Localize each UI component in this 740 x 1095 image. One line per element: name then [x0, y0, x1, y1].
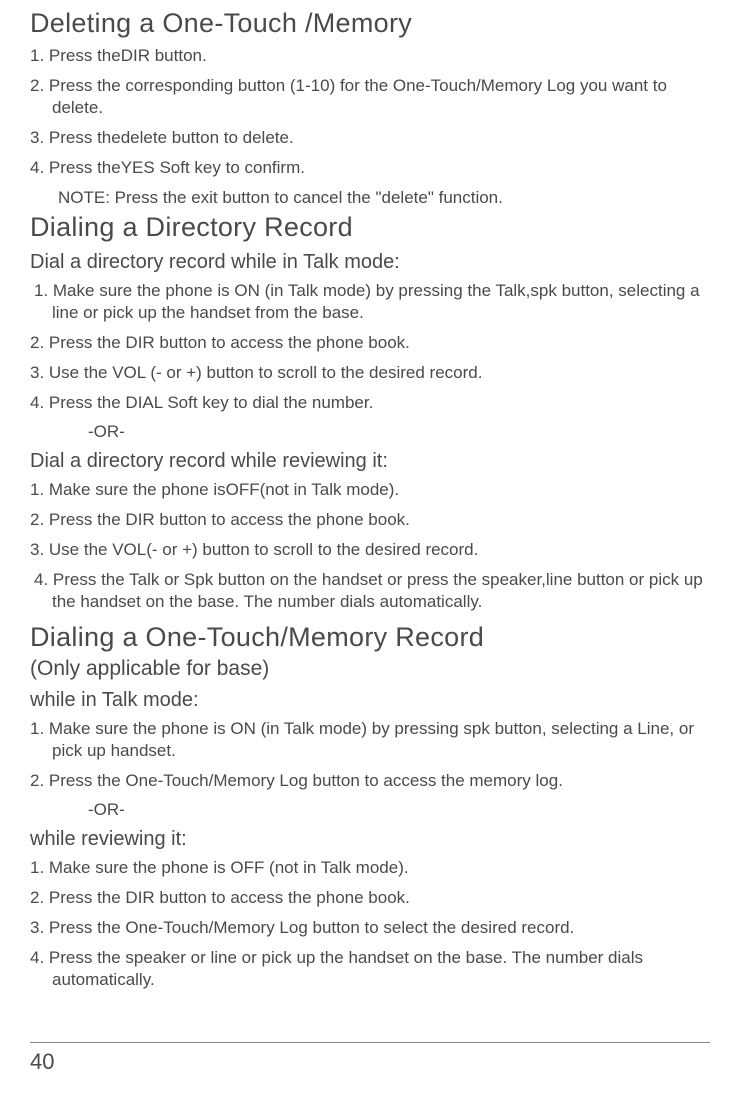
subsection-title: Dial a directory record while reviewing …	[30, 450, 710, 473]
step: 2. Press the corresponding button (1-10)…	[30, 75, 710, 119]
or-separator: -OR-	[88, 422, 710, 442]
section-dialing-onetouch: Dialing a One-Touch/Memory Record (Only …	[30, 622, 710, 992]
step: 1. Make sure the phone is OFF (not in Ta…	[30, 857, 710, 879]
step: 3. Press thedelete button to delete.	[30, 127, 710, 149]
step: 3. Use the VOL(- or +) button to scroll …	[30, 539, 710, 561]
subsection-title: while in Talk mode:	[30, 689, 710, 712]
step: 2. Press the One-Touch/Memory Log button…	[30, 770, 710, 792]
note-text: NOTE: Press the exit button to cancel th…	[58, 187, 710, 209]
step: 2. Press the DIR button to access the ph…	[30, 887, 710, 909]
step: 1. Make sure the phone is ON (in Talk mo…	[30, 718, 710, 762]
step: 2. Press the DIR button to access the ph…	[30, 332, 710, 354]
subheading-base-only: (Only applicable for base)	[30, 657, 710, 681]
step: 3. Use the VOL (- or +) button to scroll…	[30, 362, 710, 384]
page-footer: 40	[30, 1042, 710, 1075]
step: 1. Make sure the phone isOFF(not in Talk…	[30, 479, 710, 501]
step: 4. Press the Talk or Spk button on the h…	[30, 569, 710, 613]
step: 4. Press theYES Soft key to confirm.	[30, 157, 710, 179]
section-deleting: Deleting a One-Touch /Memory 1. Press th…	[30, 8, 710, 210]
step: 4. Press the DIAL Soft key to dial the n…	[30, 392, 710, 414]
subsection-title: Dial a directory record while in Talk mo…	[30, 251, 710, 274]
step: 4. Press the speaker or line or pick up …	[30, 947, 710, 991]
step: 2. Press the DIR button to access the ph…	[30, 509, 710, 531]
step: 1. Make sure the phone is ON (in Talk mo…	[30, 280, 710, 324]
subsection-title: while reviewing it:	[30, 828, 710, 851]
section-dialing-directory: Dialing a Directory Record Dial a direct…	[30, 212, 710, 614]
page-number: 40	[30, 1049, 710, 1075]
heading-deleting: Deleting a One-Touch /Memory	[30, 8, 710, 39]
footer-divider	[30, 1042, 710, 1043]
heading-dialing-directory: Dialing a Directory Record	[30, 212, 710, 243]
step: 1. Press theDIR button.	[30, 45, 710, 67]
step: 3. Press the One-Touch/Memory Log button…	[30, 917, 710, 939]
heading-dialing-onetouch: Dialing a One-Touch/Memory Record	[30, 622, 710, 653]
or-separator: -OR-	[88, 800, 710, 820]
